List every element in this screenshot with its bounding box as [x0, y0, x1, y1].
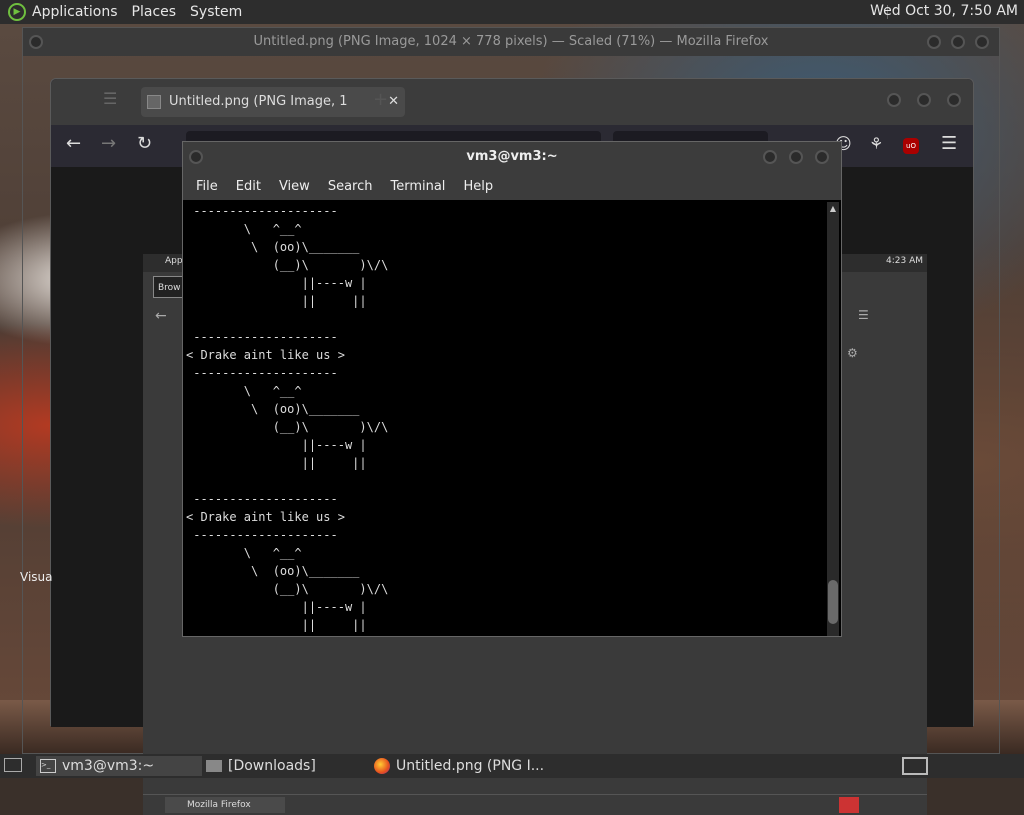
- terminal-line: (__)\ )\/\: [186, 582, 389, 596]
- applications-menu[interactable]: Applications: [32, 4, 118, 20]
- task-firefox-label: Untitled.png (PNG I...: [396, 758, 545, 774]
- terminal-minimize-icon[interactable]: [763, 150, 777, 164]
- tab-list-icon[interactable]: ☰: [103, 89, 117, 108]
- nested-firefox-icon: [839, 797, 859, 813]
- folder-icon: [206, 760, 222, 772]
- terminal-line: (__)\ )\/\: [186, 420, 389, 434]
- menu-view[interactable]: View: [270, 179, 319, 194]
- distro-logo-icon[interactable]: ▶: [8, 3, 26, 21]
- nested-clock: 4:23 AM: [886, 256, 923, 266]
- new-tab-icon[interactable]: +: [373, 89, 388, 110]
- show-desktop-icon[interactable]: [4, 758, 22, 772]
- terminal-line: ||----w |: [186, 276, 367, 290]
- terminal-output[interactable]: -------------------- \ ^__^ \ (oo)\_____…: [186, 202, 826, 636]
- ff-close-icon[interactable]: [947, 93, 961, 107]
- terminal-line: \ ^__^: [186, 222, 302, 236]
- terminal-line: ||----w |: [186, 600, 367, 614]
- menu-file[interactable]: File: [187, 179, 227, 194]
- task-downloads[interactable]: [Downloads]: [206, 756, 316, 776]
- extensions-icon[interactable]: ⚘: [869, 134, 883, 153]
- terminal-line: \ ^__^: [186, 384, 302, 398]
- terminal-line: --------------------: [186, 492, 338, 506]
- reload-icon[interactable]: ↻: [137, 133, 152, 154]
- terminal-line: ||----w |: [186, 438, 367, 452]
- tab-untitled[interactable]: Untitled.png (PNG Image, 1 ✕: [141, 87, 405, 117]
- terminal-window: vm3@vm3:~ File Edit View Search Terminal…: [182, 141, 842, 637]
- menu-terminal[interactable]: Terminal: [381, 179, 454, 194]
- back-icon[interactable]: ←: [66, 133, 81, 154]
- window-menu-icon[interactable]: [29, 35, 43, 49]
- nested-gear-icon: ⚙: [847, 346, 858, 360]
- nested-back-icon: ←: [155, 308, 167, 324]
- terminal-line: ^C: [186, 634, 826, 636]
- image-favicon-icon: [147, 95, 161, 109]
- ff-maximize-icon[interactable]: [917, 93, 931, 107]
- bottom-panel: >_ vm3@vm3:~ [Downloads] Untitled.png (P…: [0, 754, 1024, 778]
- nested-task-firefox: Mozilla Firefox: [165, 797, 285, 813]
- terminal-line: \ (oo)\_______: [186, 564, 360, 578]
- task-terminal-label: vm3@vm3:~: [62, 758, 155, 774]
- tab-close-icon[interactable]: ✕: [388, 87, 399, 117]
- nested-menu-icon: ☰: [858, 308, 869, 322]
- terminal-line: --------------------: [186, 204, 338, 218]
- scroll-up-icon[interactable]: ▲: [827, 204, 839, 214]
- nested-taskbar: Mozilla Firefox: [143, 794, 927, 815]
- system-menu[interactable]: System: [190, 4, 242, 20]
- scroll-thumb[interactable]: [828, 580, 838, 624]
- task-firefox[interactable]: Untitled.png (PNG I...: [374, 756, 544, 776]
- terminal-line: --------------------: [186, 366, 338, 380]
- outer-window-title[interactable]: Untitled.png (PNG Image, 1024 × 778 pixe…: [23, 28, 999, 56]
- terminal-line: < Drake aint like us >: [186, 348, 345, 362]
- task-terminal[interactable]: >_ vm3@vm3:~: [36, 756, 202, 776]
- tab-title: Untitled.png (PNG Image, 1: [169, 94, 348, 109]
- menu-search[interactable]: Search: [319, 179, 382, 194]
- places-menu[interactable]: Places: [132, 4, 177, 20]
- maximize-icon[interactable]: [951, 35, 965, 49]
- menu-help[interactable]: Help: [454, 179, 502, 194]
- forward-icon[interactable]: →: [101, 133, 116, 154]
- firefox-icon: [374, 758, 390, 774]
- terminal-line: < Drake aint like us >: [186, 510, 345, 524]
- terminal-maximize-icon[interactable]: [789, 150, 803, 164]
- ff-minimize-icon[interactable]: [887, 93, 901, 107]
- terminal-menubar: File Edit View Search Terminal Help: [183, 172, 841, 200]
- terminal-line: || ||: [186, 294, 367, 308]
- task-downloads-label: [Downloads]: [228, 758, 316, 774]
- desktop-icon-label[interactable]: Visua: [20, 570, 53, 584]
- minimize-icon[interactable]: [927, 35, 941, 49]
- terminal-scrollbar[interactable]: ▲: [827, 202, 839, 636]
- terminal-icon: >_: [40, 759, 56, 773]
- terminal-title[interactable]: vm3@vm3:~: [183, 142, 841, 172]
- terminal-line: \ (oo)\_______: [186, 240, 360, 254]
- terminal-window-menu-icon[interactable]: [189, 150, 203, 164]
- top-panel: ▶ Applications Places System Wed Oct 30,…: [0, 0, 1024, 24]
- terminal-line: || ||: [186, 456, 367, 470]
- clock[interactable]: Wed Oct 30, 7:50 AM: [870, 3, 1018, 19]
- app-menu-icon[interactable]: ☰: [941, 133, 957, 154]
- terminal-line: --------------------: [186, 330, 338, 344]
- workspace-switcher[interactable]: [902, 757, 928, 775]
- terminal-close-icon[interactable]: [815, 150, 829, 164]
- terminal-line: (__)\ )\/\: [186, 258, 389, 272]
- terminal-line: || ||: [186, 618, 367, 632]
- terminal-line: \ ^__^: [186, 546, 302, 560]
- terminal-line: --------------------: [186, 528, 338, 542]
- tab-bar: ☰ Untitled.png (PNG Image, 1 ✕ +: [51, 79, 973, 125]
- ublock-icon[interactable]: uO: [903, 138, 919, 154]
- terminal-line: \ (oo)\_______: [186, 402, 360, 416]
- menu-edit[interactable]: Edit: [227, 179, 270, 194]
- close-icon[interactable]: [975, 35, 989, 49]
